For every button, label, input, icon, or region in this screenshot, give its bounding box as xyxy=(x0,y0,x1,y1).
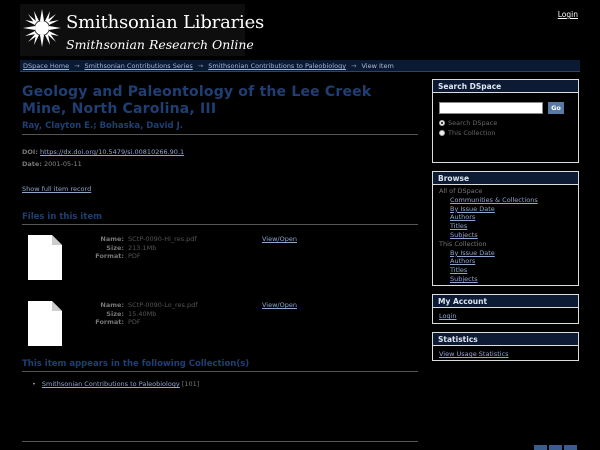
file-format: PDF xyxy=(128,252,141,260)
radio-icon[interactable] xyxy=(439,129,445,136)
file-name: SCtP-0090-Lo_res.pdf xyxy=(128,301,198,309)
scope-option-collection[interactable]: This Collection xyxy=(439,129,572,138)
date-row: Date: 2001-05-11 xyxy=(22,160,418,168)
list-item: Smithsonian Contributions to Paleobiolog… xyxy=(32,380,418,388)
scope-option-all[interactable]: Search DSpace xyxy=(439,119,572,128)
account-panel: My Account Login xyxy=(432,294,579,324)
social-icon[interactable] xyxy=(534,445,547,450)
file-metadata: Name: SCtP-0090-Hi_res.pdf Size: 213.1Mb F… xyxy=(94,235,197,261)
breadcrumb-current: View Item xyxy=(361,62,394,70)
search-heading: Search DSpace xyxy=(433,80,578,93)
collection-subjects-link[interactable]: Subjects xyxy=(439,275,572,284)
scope-label: This Collection xyxy=(448,128,496,137)
collections-heading: This item appears in the following Colle… xyxy=(22,359,418,372)
main-content: Geology and Paleontology of the Lee Cree… xyxy=(22,84,418,388)
breadcrumb-separator: → xyxy=(351,62,357,70)
file-size-label: Size: xyxy=(106,309,124,318)
scope-label: Search DSpace xyxy=(448,119,498,127)
social-icon[interactable] xyxy=(549,445,562,450)
collection-link[interactable]: Smithsonian Contributions to Paleobiolog… xyxy=(42,380,180,388)
go-button[interactable]: Go xyxy=(548,102,564,114)
radio-checked-icon[interactable] xyxy=(439,120,445,126)
files-heading: Files in this item xyxy=(22,212,418,225)
breadcrumb-dspace-home[interactable]: DSpace Home xyxy=(23,62,69,70)
breadcrumb: DSpace Home → Smithsonian Contributions Se… xyxy=(20,60,580,72)
document-icon[interactable] xyxy=(28,301,62,346)
account-heading: My Account xyxy=(433,295,578,308)
browse-panel: Browse All of DSpace Communities & Colle… xyxy=(432,171,579,286)
file-format-label: Format: xyxy=(95,318,124,326)
usage-statistics-link[interactable]: View Usage Statistics xyxy=(439,350,509,358)
browse-communities-link[interactable]: Communities & Collections xyxy=(439,196,572,205)
smithsonian-logo[interactable]: Smithsonian Libraries Smithsonian Resear… xyxy=(20,4,264,56)
footer-social-icons xyxy=(532,445,577,450)
file-row: Name: SCtP-0090-Lo_res.pdf Size: 15.40Mb F… xyxy=(22,291,418,357)
view-open-link[interactable]: View/Open xyxy=(262,301,297,309)
search-panel: Search DSpace Go Search DSpace This Coll… xyxy=(432,79,579,163)
logo-subtitle: Smithsonian Research Online xyxy=(66,37,254,52)
statistics-heading: Statistics xyxy=(433,333,578,346)
account-login-link[interactable]: Login xyxy=(439,312,457,320)
site-header: Smithsonian Libraries Smithsonian Resear… xyxy=(0,0,600,58)
breadcrumb-separator: → xyxy=(197,62,204,70)
browse-heading: Browse xyxy=(433,172,578,185)
file-format: PDF xyxy=(128,318,141,326)
show-full-record-link[interactable]: Show full item record xyxy=(22,185,418,193)
browse-group-collection: This Collection xyxy=(439,239,487,248)
footer-divider xyxy=(22,441,418,442)
file-metadata: Name: SCtP-0090-Lo_res.pdf Size: 15.40Mb F… xyxy=(94,301,197,327)
collections-list: Smithsonian Contributions to Paleobiolog… xyxy=(32,380,418,388)
item-title: Geology and Paleontology of the Lee Cree… xyxy=(22,84,372,117)
date-label: Date: xyxy=(22,160,42,168)
login-link[interactable]: Login xyxy=(558,10,578,19)
file-size: 213.1Mb xyxy=(128,243,157,252)
social-icon[interactable] xyxy=(564,445,577,450)
doi-link[interactable]: https://dx.doi.org/10.5479/si.00810266.9… xyxy=(40,148,184,156)
date-value: 2001-05-11 xyxy=(43,160,82,168)
breadcrumb-contributions-paleobiology[interactable]: Smithsonian Contributions to Paleobiolog… xyxy=(208,62,346,70)
doi-row: DOI: https://dx.doi.org/10.5479/si.00810… xyxy=(22,148,418,156)
browse-authors-link[interactable]: Authors xyxy=(439,213,572,222)
collection-titles-link[interactable]: Titles xyxy=(439,266,572,275)
file-size-label: Size: xyxy=(106,243,124,252)
item-authors: Ray, Clayton E.; Bohaska, David J. xyxy=(22,121,418,135)
logo-title: Smithsonian Libraries xyxy=(66,12,265,33)
doi-label: DOI: xyxy=(22,148,38,156)
statistics-panel: Statistics View Usage Statistics xyxy=(432,332,579,361)
sidebar: Search DSpace Go Search DSpace This Coll… xyxy=(432,79,579,369)
sunburst-icon xyxy=(23,9,61,47)
browse-titles-link[interactable]: Titles xyxy=(439,222,572,231)
search-input[interactable] xyxy=(439,102,543,114)
file-name-label: Name: xyxy=(100,301,124,309)
file-name-label: Name: xyxy=(100,235,124,243)
browse-issue-date-link[interactable]: By Issue Date xyxy=(439,205,572,214)
file-row: Name: SCtP-0090-Hi_res.pdf Size: 213.1Mb F… xyxy=(22,225,418,291)
browse-group-all: All of DSpace xyxy=(439,187,483,195)
document-icon[interactable] xyxy=(28,235,62,280)
collection-authors-link[interactable]: Authors xyxy=(439,257,572,266)
collection-issue-date-link[interactable]: By Issue Date xyxy=(439,249,572,258)
file-size: 15.40Mb xyxy=(128,309,157,318)
file-format-label: Format: xyxy=(95,252,124,260)
browse-subjects-link[interactable]: Subjects xyxy=(439,231,572,240)
breadcrumb-contributions-series[interactable]: Smithsonian Contributions Series xyxy=(85,62,193,70)
file-name: SCtP-0090-Hi_res.pdf xyxy=(128,235,197,243)
collection-count: [101] xyxy=(181,380,200,388)
breadcrumb-separator: → xyxy=(74,62,80,70)
view-open-link[interactable]: View/Open xyxy=(262,235,297,243)
